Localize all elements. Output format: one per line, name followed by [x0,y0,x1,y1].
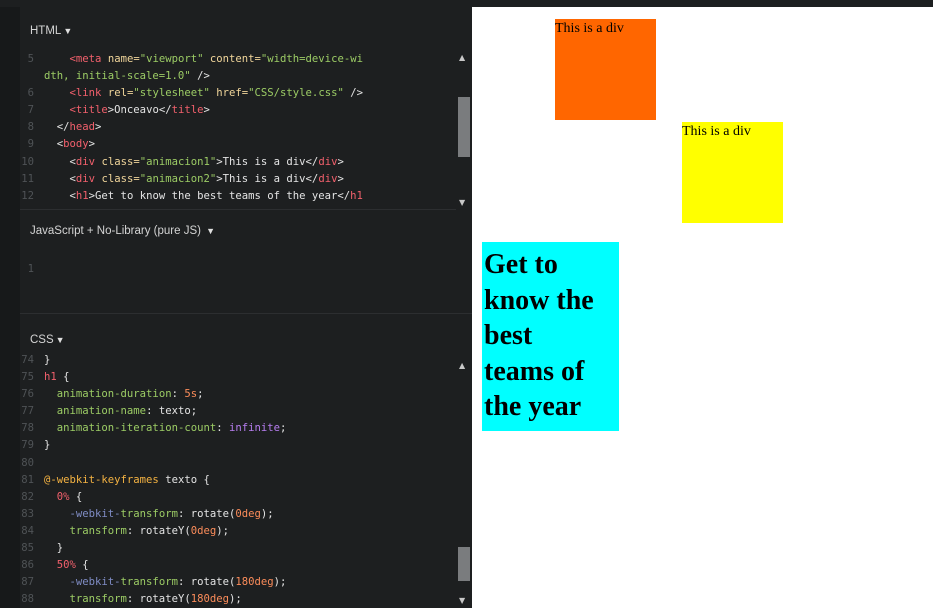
code-line: 5 <meta name="viewport" content="width=d… [20,51,454,68]
js-panel-title-label: JavaScript + No-Library (pure JS) [30,225,201,237]
result-heading: Get to know the best teams of the year [482,242,619,431]
code-line: 10 <div class="animacion1">This is a div… [21,155,344,168]
code-line: 8 </head> [27,121,102,134]
html-panel-title[interactable]: HTML ▼ [30,25,72,37]
css-code-editor[interactable]: 74} 75 h1 { 76 animation-duration: 5s; 77 an… [20,352,454,608]
animated-div-yellow: This is a div [682,122,783,223]
code-line: dth, initial-scale=1.0" /> [44,70,210,83]
heading-line: know the [484,284,594,316]
result-preview: This is a div This is a div Get to know … [472,10,933,608]
scroll-down-icon[interactable]: ▼ [459,596,465,606]
code-line: 77 animation-name: texto; [21,405,198,418]
css-panel: CSS ▼ 74} 75 h1 {76 animation-duration: 5s;… [20,315,472,608]
code-line: 75 h1 { [21,371,70,384]
code-line: 86 50% { [21,559,89,572]
code-line: 76 animation-duration: 5s; [21,388,204,401]
scroll-thumb[interactable] [458,547,470,581]
top-strip [0,0,933,7]
scroll-up-icon[interactable]: ▲ [459,361,465,371]
editor-column: HTML ▼ 5 <meta name="viewport" content="w… [0,7,472,608]
code-line: 87 -webkit-transform: rotate(180deg); [21,576,287,589]
css-panel-title[interactable]: CSS ▼ [30,334,65,346]
code-line: 85 } [21,542,64,555]
heading-line: best [484,320,533,351]
scroll-up-icon[interactable]: ▲ [459,53,465,63]
css-panel-title-label: CSS [30,334,54,346]
line-number: 1 [27,263,34,275]
code-line: 81 @-webkit-keyframes texto { [21,473,210,486]
scroll-down-icon[interactable]: ▼ [459,198,465,208]
code-line: 79} [21,439,51,452]
heading-line: the year [484,391,582,422]
html-scrollbar[interactable]: ▲ ▼ [456,51,472,210]
code-line: 1 [20,261,454,278]
code-line: 7 <title>Onceavo</title> [27,104,210,117]
html-panel-title-label: HTML [30,25,62,37]
chevron-down-icon[interactable]: ▼ [56,335,65,345]
line-number: 5 [27,53,34,65]
chevron-down-icon[interactable]: ▼ [206,226,215,236]
html-panel: HTML ▼ 5 <meta name="viewport" content="w… [20,7,472,210]
chevron-down-icon[interactable]: ▼ [63,26,72,36]
code-line: 74} [21,354,51,366]
code-line: 84 transform: rotateY(0deg); [21,524,229,537]
editor-edge [0,7,20,608]
code-line: 12 <h1>Get to know the best teams of the… [21,189,363,202]
scroll-thumb[interactable] [458,97,470,157]
code-line: 82 0% { [21,490,83,503]
js-panel: JavaScript + No-Library (pure JS) ▼ 1 [20,211,472,314]
html-code-editor[interactable]: 5 <meta name="viewport" content="width=d… [20,51,454,203]
heading-line: Get to [484,249,558,280]
code-line: 83 -webkit-transform: rotate(0deg); [21,507,274,520]
code-line: 6 <link rel="stylesheet" href="CSS/style… [27,87,363,100]
animated-div-orange: This is a div [555,19,656,120]
code-line: 88 transform: rotateY(180deg); [21,593,242,606]
js-code-editor[interactable]: 1 [20,261,454,281]
code-line: 80 [21,456,34,469]
code-line: 78 animation-iteration-count: infinite; [21,422,287,435]
js-panel-title[interactable]: JavaScript + No-Library (pure JS) ▼ [30,225,215,237]
heading-line: teams of [484,355,585,387]
code-line: 11 <div class="animacion2">This is a div… [21,172,344,185]
code-line: 9 <body> [27,138,96,151]
css-scrollbar[interactable]: ▲ ▼ [456,359,472,608]
